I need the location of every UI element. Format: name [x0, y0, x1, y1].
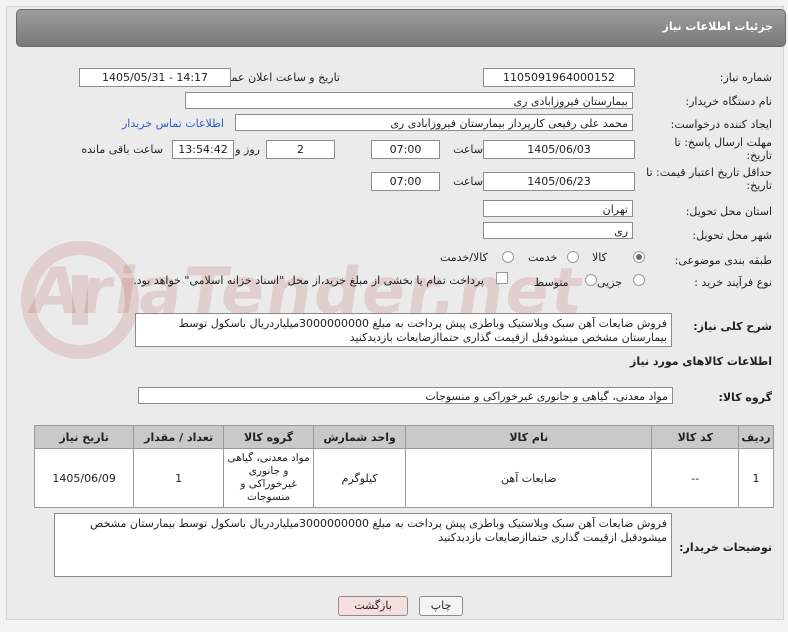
goods-section-title: اطلاعات کالاهای مورد نیاز — [630, 355, 772, 368]
category-goods-radio[interactable] — [633, 251, 645, 263]
table-row: 1405/06/09 1 مواد معدنی، گیاهی و جانوری … — [33, 448, 774, 508]
col-unit: واحد شمارش — [313, 425, 407, 449]
payment-checkbox[interactable] — [496, 272, 508, 284]
need-number-label: شماره نیاز: — [719, 71, 772, 84]
validity-label: حداقل تاریخ اعتبار قیمت: تا تاریخ: — [646, 166, 772, 192]
category-both-radio[interactable] — [502, 251, 514, 263]
days-field: 2 — [266, 140, 335, 159]
category-goods-label: کالا — [592, 251, 607, 264]
validity-time-field: 07:00 — [371, 172, 440, 191]
need-number-field: 1105091964000152 — [483, 68, 635, 87]
reply-date-field: 1405/06/03 — [483, 140, 635, 159]
reply-time-field: 07:00 — [371, 140, 440, 159]
reply-deadline-label: مهلت ارسال پاسخ: تا تاریخ: — [674, 136, 772, 162]
province-field: تهران — [483, 200, 633, 217]
buyer-org-label: نام دستگاه خریدار: — [685, 95, 772, 108]
payment-note: پرداخت تمام یا بخشی از مبلغ خرید،از محل … — [133, 274, 484, 287]
category-both-label: کالا/خدمت — [440, 251, 488, 264]
process-minor-radio[interactable] — [633, 274, 645, 286]
goods-group-label: گروه کالا: — [718, 391, 772, 404]
buyer-org-field: بیمارستان فیروزابادی ری — [185, 92, 633, 109]
cell-need-date: 1405/06/09 — [33, 448, 135, 508]
back-button[interactable]: بازگشت — [338, 596, 408, 616]
process-label: نوع فرآیند خرید : — [694, 276, 772, 289]
col-row: ردیف — [738, 425, 774, 449]
cell-code: -- — [651, 448, 740, 508]
cell-group: مواد معدنی، گیاهی و جانوری غیرخوراکی و م… — [223, 448, 315, 508]
buyer-notes-textarea[interactable]: فروش ضایعات آهن سبک وپلاستیک وباطری پیش … — [54, 513, 672, 577]
goods-group-field: مواد معدنی، گیاهی و جانوری غیرخوراکی و م… — [138, 387, 673, 404]
goods-table: تاریخ نیاز تعداد / مقدار گروه کالا واحد … — [33, 425, 774, 508]
cell-unit: کیلوگرم — [313, 448, 407, 508]
col-qty: تعداد / مقدار — [133, 425, 225, 449]
province-label: استان محل تحویل: — [685, 205, 772, 218]
validity-date-field: 1405/06/23 — [483, 172, 635, 191]
process-minor-label: جزیی — [597, 276, 623, 289]
creator-label: ایجاد کننده درخواست: — [670, 118, 772, 131]
watermark-logo — [20, 240, 140, 360]
process-medium-radio[interactable] — [585, 274, 597, 286]
col-name: نام کالا — [405, 425, 653, 449]
category-service-radio[interactable] — [567, 251, 579, 263]
validity-time-label: ساعت — [453, 175, 483, 188]
col-need-date: تاریخ نیاز — [33, 425, 135, 449]
page-title: جزئیات اطلاعات نیاز — [662, 20, 774, 33]
process-medium-label: متوسط — [534, 276, 569, 289]
creator-field: محمد علی رفیعی کارپرداز بیمارستان فیروزا… — [235, 114, 633, 131]
col-code: کد کالا — [651, 425, 740, 449]
cell-row: 1 — [738, 448, 774, 508]
cell-qty: 1 — [133, 448, 225, 508]
category-service-label: خدمت — [528, 251, 558, 264]
city-label: شهر محل تحویل: — [692, 229, 772, 242]
category-label: طبقه بندی موضوعی: — [674, 254, 772, 267]
buyer-notes-label: توضیحات خریدار: — [679, 541, 772, 554]
title-bar: جزئیات اطلاعات نیاز — [16, 9, 786, 47]
print-button[interactable]: چاپ — [419, 596, 463, 616]
remaining-label: ساعت باقی مانده — [81, 143, 163, 156]
col-group: گروه کالا — [223, 425, 315, 449]
goods-table-header: تاریخ نیاز تعداد / مقدار گروه کالا واحد … — [33, 425, 774, 449]
contact-info-link[interactable]: اطلاعات تماس خریدار — [122, 117, 224, 130]
cell-name: ضایعات آهن — [405, 448, 653, 508]
remaining-time-field: 13:54:42 — [172, 140, 234, 159]
general-desc-textarea[interactable]: فروش ضایعات آهن سبک وپلاستیک وباطری پیش … — [135, 313, 672, 347]
city-field: ری — [483, 222, 633, 239]
reply-time-label: ساعت — [453, 143, 483, 156]
announce-field: 1405/05/31 - 14:17 — [79, 68, 231, 87]
days-label: روز و — [235, 143, 260, 156]
general-desc-label: شرح کلی نیاز: — [693, 320, 772, 333]
